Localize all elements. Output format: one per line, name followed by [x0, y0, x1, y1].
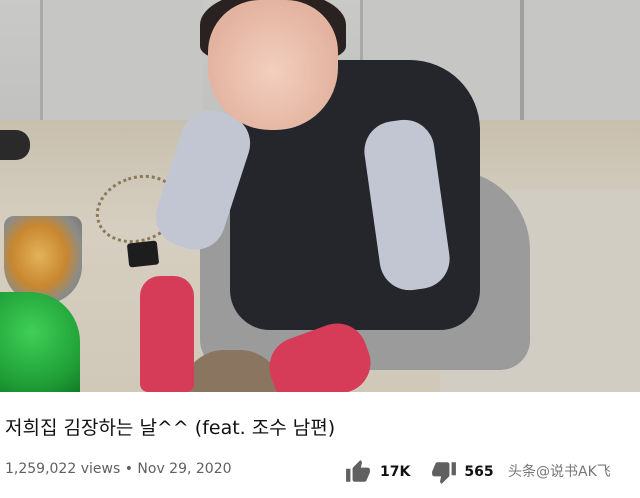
like-count: 17K [380, 464, 411, 480]
view-count: 1,259,022 views [5, 461, 121, 477]
kimchi-bowl [4, 216, 82, 304]
video-player[interactable] [0, 0, 640, 392]
watermark: 头条@说书AK飞 [508, 464, 611, 480]
video-title: 저희집 김장하는 날^^ (feat. 조수 남편) [5, 417, 336, 439]
video-meta: 1,259,022 views • Nov 29, 2020 [5, 461, 232, 477]
thumbs-down-icon [432, 462, 457, 484]
person-face [208, 0, 338, 130]
meta-separator: • [124, 461, 133, 477]
thumbs-up-icon [346, 460, 370, 482]
object-dark [0, 130, 30, 160]
upload-date: Nov 29, 2020 [137, 461, 232, 477]
like-button[interactable]: 17K [344, 459, 410, 485]
dislike-count: 565 [464, 464, 494, 480]
cabinet [40, 0, 203, 120]
phone [126, 240, 160, 268]
rubber-glove [140, 276, 194, 392]
action-bar: 17K 565 [344, 458, 494, 486]
dislike-button[interactable]: 565 [430, 459, 494, 485]
video-frame [0, 0, 640, 392]
